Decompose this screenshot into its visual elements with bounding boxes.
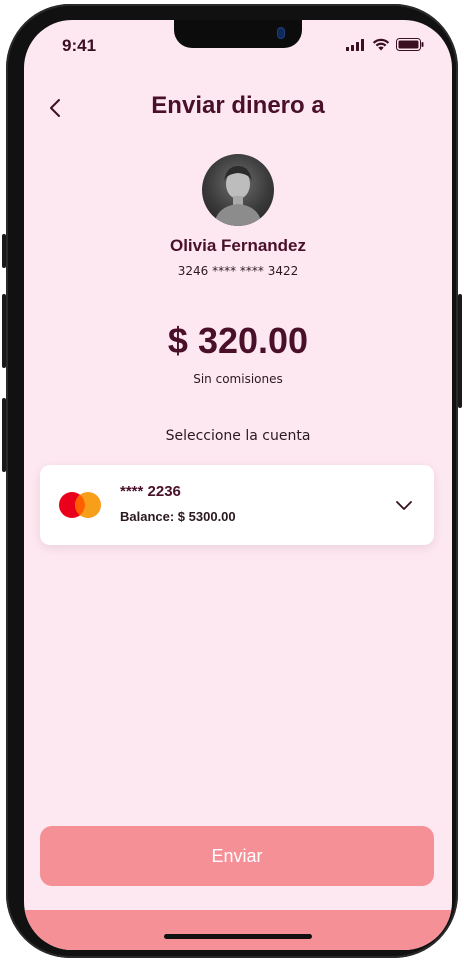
card-balance: Balance: $ 5300.00 — [120, 509, 236, 524]
page-title: Enviar dinero a — [151, 92, 325, 119]
recipient-name: Olivia Fernandez — [169, 236, 307, 255]
mastercard-icon — [59, 492, 101, 518]
camera-icon — [278, 28, 284, 38]
signal-icon — [346, 38, 364, 51]
transfer-amount: $ 320.00 — [167, 320, 309, 361]
fee-note: Sin comisiones — [193, 372, 283, 386]
avatar-photo — [214, 166, 262, 226]
recipient-avatar — [202, 154, 274, 226]
phone-frame: 9:41 Enviar dinero a Olivia Fernandez 32… — [2, 4, 462, 958]
wifi-icon — [372, 38, 390, 51]
recipient-account-number: 3246 **** **** 3422 — [177, 264, 299, 278]
phone-volume-up — [2, 294, 6, 368]
app-screen: 9:41 Enviar dinero a Olivia Fernandez 32… — [24, 20, 452, 950]
card-number: **** 2236 — [120, 483, 181, 500]
account-selector[interactable]: **** 2236 Balance: $ 5300.00 — [40, 465, 434, 545]
phone-power-button — [458, 294, 462, 408]
battery-icon — [396, 38, 424, 51]
status-time: 9:41 — [62, 36, 97, 55]
account-select-label: Seleccione la cuenta — [165, 428, 311, 444]
send-button[interactable]: Enviar — [40, 826, 434, 886]
phone-side-button — [2, 234, 6, 268]
status-icons — [346, 38, 424, 51]
notch — [174, 20, 302, 48]
chevron-down-icon[interactable] — [394, 495, 414, 515]
home-indicator[interactable] — [164, 934, 312, 939]
phone-volume-down — [2, 398, 6, 472]
bottom-bar — [24, 910, 452, 950]
